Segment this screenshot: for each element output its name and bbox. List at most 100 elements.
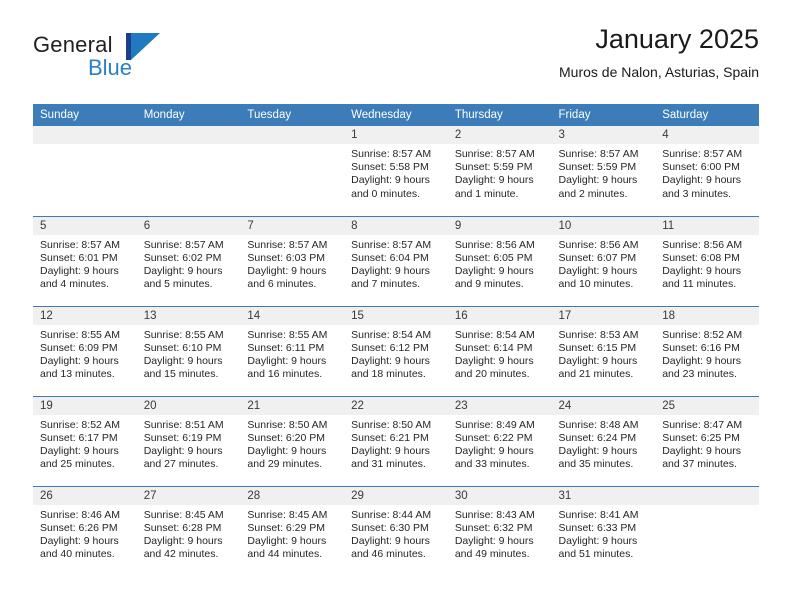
daylight-text-line2: and 46 minutes. [351,548,426,561]
calendar-week-row: 5 Sunrise: 8:57 AM Sunset: 6:01 PM Daylight… [33,215,759,306]
day-number: 21 [240,396,345,415]
calendar-day-cell[interactable]: 17 Sunrise: 8:53 AM Sunset: 6:15 PM Dayligh… [551,305,656,396]
day-number: 31 [551,486,656,505]
calendar-day-cell[interactable]: 2 Sunrise: 8:57 AM Sunset: 5:59 PM Daylight… [447,126,552,216]
day-number: 11 [655,216,759,235]
daylight-text-line1: Daylight: 9 hours [40,444,119,457]
page-header: General Blue January 2025 Muros de Nalon… [33,22,759,98]
sunrise-text: Sunrise: 8:44 AM [351,508,432,521]
daylight-text-line1: Daylight: 9 hours [351,264,430,277]
daylight-text-line1: Daylight: 9 hours [247,264,327,277]
sunset-text: Sunset: 6:30 PM [351,521,429,534]
calendar-day-cell[interactable]: 20 Sunrise: 8:51 AM Sunset: 6:19 PM Dayligh… [136,395,241,486]
calendar-day-cell-empty [655,485,759,576]
calendar-grid: Sunday Monday Tuesday Wednesday Thursday… [33,104,759,576]
daylight-text-line2: and 23 minutes. [662,368,737,381]
day-details: Sunrise: 8:50 AM Sunset: 6:20 PM Daylight:… [240,415,344,472]
day-number: 2 [447,126,552,144]
sunset-text: Sunset: 6:20 PM [247,431,326,444]
calendar-day-cell[interactable]: 15 Sunrise: 8:54 AM Sunset: 6:12 PM Dayligh… [344,305,448,396]
day-number: 10 [551,216,656,235]
calendar-day-cell[interactable]: 7 Sunrise: 8:57 AM Sunset: 6:03 PM Daylight… [240,215,345,306]
daylight-text-line1: Daylight: 9 hours [558,174,638,187]
day-number [33,126,137,144]
daylight-text-line1: Daylight: 9 hours [247,354,327,367]
sunset-text: Sunset: 6:12 PM [351,341,429,354]
sunrise-text: Sunrise: 8:45 AM [247,508,328,521]
calendar-day-cell[interactable]: 9 Sunrise: 8:56 AM Sunset: 6:05 PM Daylight… [447,215,552,306]
sunset-text: Sunset: 6:19 PM [143,431,222,444]
day-number: 6 [136,216,241,235]
calendar-day-cell[interactable]: 11 Sunrise: 8:56 AM Sunset: 6:08 PM Dayligh… [655,215,759,306]
sunset-text: Sunset: 6:10 PM [143,341,222,354]
page-subtitle-location: Muros de Nalon, Asturias, Spain [559,64,759,80]
sunset-text: Sunset: 6:04 PM [351,251,429,264]
daylight-text-line1: Daylight: 9 hours [558,354,638,367]
day-number: 17 [551,306,656,325]
sunrise-text: Sunrise: 8:53 AM [558,328,639,341]
calendar-day-cell[interactable]: 3 Sunrise: 8:57 AM Sunset: 5:59 PM Daylight… [551,126,656,216]
calendar-day-cell[interactable]: 21 Sunrise: 8:50 AM Sunset: 6:20 PM Dayligh… [240,395,345,486]
calendar-day-cell[interactable]: 27 Sunrise: 8:45 AM Sunset: 6:28 PM Dayligh… [136,485,241,576]
calendar-day-cell[interactable]: 28 Sunrise: 8:45 AM Sunset: 6:29 PM Dayligh… [240,485,345,576]
calendar-day-cell[interactable]: 8 Sunrise: 8:57 AM Sunset: 6:04 PM Daylight… [344,215,448,306]
calendar-page: General Blue January 2025 Muros de Nalon… [0,0,792,612]
calendar-day-cell[interactable]: 5 Sunrise: 8:57 AM Sunset: 6:01 PM Daylight… [33,215,137,306]
day-details: Sunrise: 8:52 AM Sunset: 6:16 PM Daylight:… [655,325,759,382]
calendar-day-cell[interactable]: 12 Sunrise: 8:55 AM Sunset: 6:09 PM Dayligh… [33,305,137,396]
day-number: 30 [447,486,552,505]
calendar-day-cell[interactable]: 18 Sunrise: 8:52 AM Sunset: 6:16 PM Dayligh… [655,305,759,396]
calendar-day-cell[interactable]: 25 Sunrise: 8:47 AM Sunset: 6:25 PM Dayligh… [655,395,759,486]
sunset-text: Sunset: 6:02 PM [143,251,222,264]
daylight-text-line2: and 3 minutes. [662,187,732,200]
daylight-text-line2: and 31 minutes. [351,458,426,471]
daylight-text-line2: and 10 minutes. [558,278,634,291]
daylight-text-line2: and 44 minutes. [247,548,323,561]
calendar-day-cell[interactable]: 24 Sunrise: 8:48 AM Sunset: 6:24 PM Dayligh… [551,395,656,486]
sunrise-text: Sunrise: 8:57 AM [247,238,328,251]
daylight-text-line1: Daylight: 9 hours [454,444,534,457]
calendar-day-cell[interactable]: 22 Sunrise: 8:50 AM Sunset: 6:21 PM Dayligh… [344,395,448,486]
calendar-day-cell[interactable]: 19 Sunrise: 8:52 AM Sunset: 6:17 PM Dayligh… [33,395,137,486]
calendar-day-cell[interactable]: 13 Sunrise: 8:55 AM Sunset: 6:10 PM Dayligh… [136,305,241,396]
day-number: 8 [344,216,448,235]
day-details: Sunrise: 8:53 AM Sunset: 6:15 PM Daylight:… [552,325,656,382]
day-details: Sunrise: 8:56 AM Sunset: 6:07 PM Daylight:… [552,235,656,292]
calendar-day-cell[interactable]: 6 Sunrise: 8:57 AM Sunset: 6:02 PM Daylight… [136,215,241,306]
calendar-day-cell[interactable]: 26 Sunrise: 8:46 AM Sunset: 6:26 PM Dayligh… [33,485,137,576]
calendar-day-cell[interactable]: 1 Sunrise: 8:57 AM Sunset: 5:58 PM Daylight… [344,126,448,216]
day-number: 5 [33,216,137,235]
weekday-header-friday: Friday [551,104,656,126]
daylight-text-line2: and 2 minutes. [558,187,628,200]
day-number: 29 [344,486,448,505]
daylight-text-line1: Daylight: 9 hours [143,444,223,457]
day-details: Sunrise: 8:48 AM Sunset: 6:24 PM Daylight:… [552,415,656,472]
daylight-text-line2: and 21 minutes. [558,368,634,381]
page-title: January 2025 [595,24,759,54]
brand-logo[interactable]: General Blue [33,32,173,88]
day-details: Sunrise: 8:43 AM Sunset: 6:32 PM Daylight:… [448,505,552,562]
sunrise-text: Sunrise: 8:57 AM [454,148,535,160]
daylight-text-line1: Daylight: 9 hours [351,354,430,367]
daylight-text-line1: Daylight: 9 hours [351,534,430,547]
calendar-day-cell[interactable]: 16 Sunrise: 8:54 AM Sunset: 6:14 PM Dayligh… [447,305,552,396]
day-number: 25 [655,396,759,415]
daylight-text-line2: and 13 minutes. [40,368,115,381]
day-details: Sunrise: 8:54 AM Sunset: 6:14 PM Daylight:… [448,325,552,382]
calendar-day-cell[interactable]: 23 Sunrise: 8:49 AM Sunset: 6:22 PM Dayligh… [447,395,552,486]
calendar-day-cell[interactable]: 31 Sunrise: 8:41 AM Sunset: 6:33 PM Dayligh… [551,485,656,576]
daylight-text-line2: and 7 minutes. [351,278,420,291]
calendar-day-cell[interactable]: 4 Sunrise: 8:57 AM Sunset: 6:00 PM Daylight… [655,126,759,216]
daylight-text-line2: and 11 minutes. [662,278,737,291]
day-details: Sunrise: 8:55 AM Sunset: 6:11 PM Daylight:… [240,325,344,382]
weekday-header-wednesday: Wednesday [344,104,448,126]
calendar-day-cell[interactable]: 14 Sunrise: 8:55 AM Sunset: 6:11 PM Dayligh… [240,305,345,396]
day-details: Sunrise: 8:44 AM Sunset: 6:30 PM Daylight:… [344,505,448,562]
day-details: Sunrise: 8:56 AM Sunset: 6:08 PM Daylight:… [655,235,759,292]
daylight-text-line1: Daylight: 9 hours [40,354,119,367]
calendar-day-cell[interactable]: 29 Sunrise: 8:44 AM Sunset: 6:30 PM Dayligh… [344,485,448,576]
calendar-day-cell[interactable]: 10 Sunrise: 8:56 AM Sunset: 6:07 PM Dayligh… [551,215,656,306]
calendar-day-cell[interactable]: 30 Sunrise: 8:43 AM Sunset: 6:32 PM Dayligh… [447,485,552,576]
daylight-text-line1: Daylight: 9 hours [662,264,742,277]
day-number: 28 [240,486,345,505]
